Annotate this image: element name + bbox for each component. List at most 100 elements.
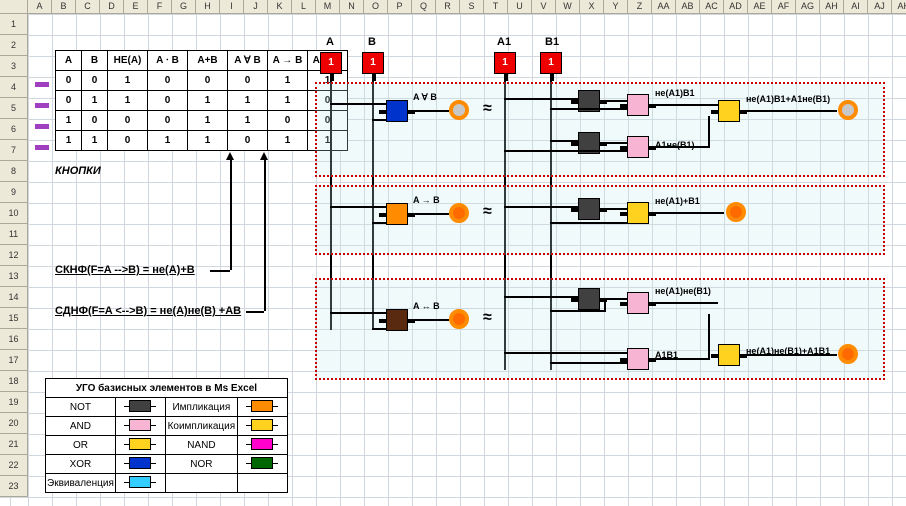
column-header[interactable]: B [52, 0, 76, 13]
column-header[interactable]: A [28, 0, 52, 13]
row-header[interactable]: 9 [0, 182, 27, 203]
row-button-marker[interactable] [35, 103, 49, 108]
row-header[interactable]: 17 [0, 350, 27, 371]
wire [372, 328, 386, 330]
column-header[interactable]: AE [748, 0, 772, 13]
row-header[interactable]: 18 [0, 371, 27, 392]
row-header[interactable]: 23 [0, 476, 27, 497]
column-header[interactable]: C [76, 0, 100, 13]
row-header[interactable]: 15 [0, 308, 27, 329]
row-header[interactable]: 13 [0, 266, 27, 287]
truth-cell: 0 [56, 91, 82, 111]
truth-cell: 1 [108, 71, 148, 91]
row-button-marker[interactable] [35, 145, 49, 150]
input-node-a[interactable]: 1 [320, 52, 342, 74]
gate-icon [251, 419, 273, 431]
row-header[interactable]: 7 [0, 140, 27, 161]
column-header[interactable]: AC [700, 0, 724, 13]
row-header[interactable]: 10 [0, 203, 27, 224]
row-header[interactable]: 3 [0, 56, 27, 77]
gate-label: A ∀ B [413, 92, 437, 103]
column-header[interactable]: F [148, 0, 172, 13]
wire [330, 312, 386, 314]
row-header[interactable]: 6 [0, 119, 27, 140]
column-header[interactable]: D [100, 0, 124, 13]
gate-icon [129, 438, 151, 450]
column-header[interactable]: T [484, 0, 508, 13]
wire [607, 142, 627, 144]
input-node-a1[interactable]: 1 [494, 52, 516, 74]
column-header[interactable]: I [220, 0, 244, 13]
row-header[interactable]: 20 [0, 413, 27, 434]
approx-sign: ≈ [483, 203, 492, 221]
row-header[interactable]: 14 [0, 287, 27, 308]
column-header[interactable]: O [364, 0, 388, 13]
column-header[interactable]: R [436, 0, 460, 13]
buttons-caption: КНОПКИ [55, 165, 101, 177]
gate-label: A ↔ B [413, 301, 440, 311]
truth-cell: 1 [188, 131, 228, 151]
truth-header: A ∀ B [228, 51, 268, 71]
truth-cell: 1 [56, 111, 82, 131]
column-header[interactable]: K [268, 0, 292, 13]
column-header[interactable]: AD [724, 0, 748, 13]
output-led [838, 100, 858, 120]
column-header[interactable]: G [172, 0, 196, 13]
gate-icon [129, 457, 151, 469]
row-header[interactable]: 5 [0, 98, 27, 119]
grid-corner [0, 0, 28, 14]
column-header[interactable]: J [244, 0, 268, 13]
column-header[interactable]: M [316, 0, 340, 13]
truth-cell: 1 [82, 131, 108, 151]
row-header[interactable]: 2 [0, 35, 27, 56]
row-header[interactable]: 11 [0, 224, 27, 245]
input-node-b[interactable]: 1 [362, 52, 384, 74]
column-header[interactable]: Z [628, 0, 652, 13]
column-header[interactable]: P [388, 0, 412, 13]
column-header[interactable]: X [580, 0, 604, 13]
gate-icon [251, 400, 273, 412]
column-header[interactable]: AI [844, 0, 868, 13]
not-gate [578, 198, 600, 220]
input-node-b1[interactable]: 1 [540, 52, 562, 74]
row-header[interactable]: 16 [0, 329, 27, 350]
and-gate [627, 292, 649, 314]
column-header[interactable]: AG [796, 0, 820, 13]
column-header[interactable]: AH [820, 0, 844, 13]
gate-icon [129, 476, 151, 488]
row-header[interactable]: 21 [0, 434, 27, 455]
column-header[interactable]: Q [412, 0, 436, 13]
row-header[interactable]: 1 [0, 14, 27, 35]
column-header[interactable]: L [292, 0, 316, 13]
truth-cell: 0 [108, 131, 148, 151]
row-button-marker[interactable] [35, 82, 49, 87]
column-header[interactable]: Y [604, 0, 628, 13]
wire [656, 146, 708, 148]
row-header[interactable]: 12 [0, 245, 27, 266]
column-header[interactable]: U [508, 0, 532, 13]
row-header[interactable]: 22 [0, 455, 27, 476]
row-header[interactable]: 4 [0, 77, 27, 98]
row-header[interactable]: 19 [0, 392, 27, 413]
truth-cell: 0 [148, 71, 188, 91]
column-header[interactable]: S [460, 0, 484, 13]
truth-cell: 0 [228, 71, 268, 91]
row-button-marker[interactable] [35, 124, 49, 129]
column-header[interactable]: AJ [868, 0, 892, 13]
column-header[interactable]: AK [892, 0, 906, 13]
column-header[interactable]: AF [772, 0, 796, 13]
gate-label: не(A1)не(B1) [655, 286, 711, 296]
column-header[interactable]: E [124, 0, 148, 13]
row-header[interactable]: 8 [0, 161, 27, 182]
row-headers: 1234567891011121314151617181920212223 [0, 14, 28, 497]
column-header[interactable]: AA [652, 0, 676, 13]
truth-cell: 0 [148, 111, 188, 131]
gate-icon [129, 419, 151, 431]
column-header[interactable]: W [556, 0, 580, 13]
column-header[interactable]: H [196, 0, 220, 13]
wire [708, 116, 710, 148]
column-header[interactable]: N [340, 0, 364, 13]
not-gate [578, 288, 600, 310]
column-header[interactable]: V [532, 0, 556, 13]
column-header[interactable]: AB [676, 0, 700, 13]
